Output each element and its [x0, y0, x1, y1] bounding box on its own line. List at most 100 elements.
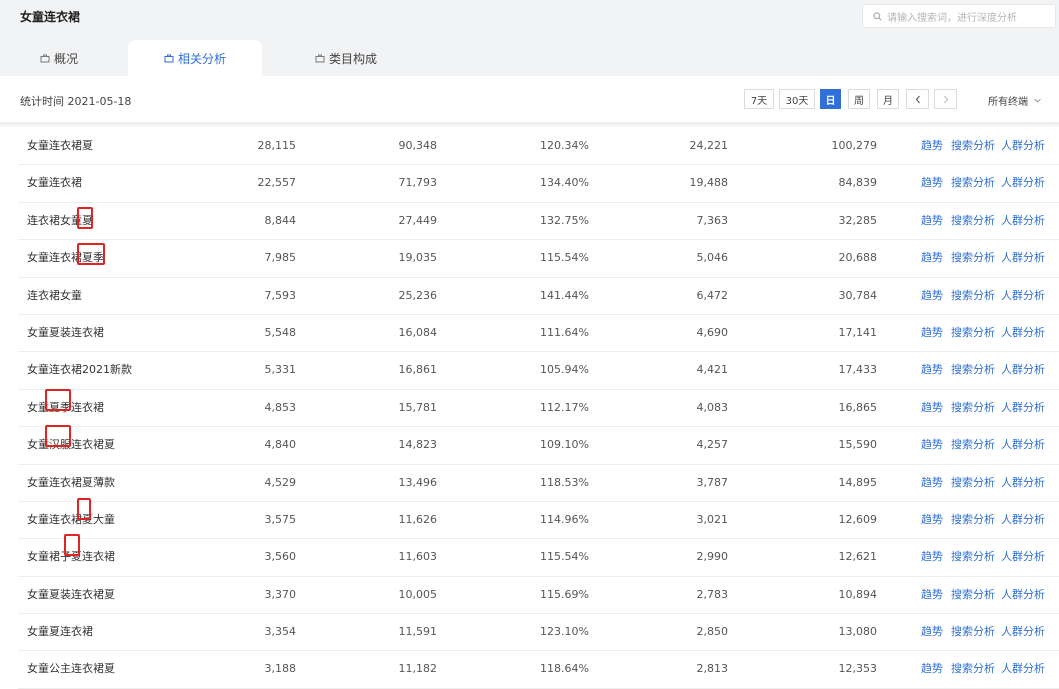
value-cell: 19,035 [398, 251, 438, 265]
value-cell: 120.34% [540, 139, 589, 152]
value-cell: 118.64% [540, 662, 589, 676]
period-30days-button[interactable]: 30天 [779, 89, 815, 109]
period-week-button[interactable]: 周 [848, 89, 870, 109]
trend-link[interactable]: 趋势 [921, 390, 943, 426]
period-month-button[interactable]: 月 [877, 89, 899, 109]
search-analysis-link[interactable]: 搜索分析 [951, 427, 995, 463]
period-7days-button[interactable]: 7天 [744, 89, 774, 109]
keyword-cell: 女童夏装连衣裙夏 [27, 587, 115, 601]
table-row: 女童裙子夏连衣裙 3,560 11,603 115.54% 2,990 12,621 趋势搜… [18, 539, 1059, 577]
keyword-cell: 女童连衣裙夏薄款 [27, 475, 115, 489]
crowd-analysis-link[interactable]: 人群分析 [1001, 427, 1045, 463]
value-cell: 7,985 [264, 251, 297, 265]
value-cell: 134.40% [540, 176, 589, 190]
table-row: 女童夏装连衣裙夏 3,370 10,005 115.69% 2,783 10,894 趋势搜… [18, 577, 1059, 615]
crowd-analysis-link[interactable]: 人群分析 [1001, 502, 1045, 538]
device-select[interactable]: 所有终端 [988, 93, 1042, 108]
stat-bar: 统计时间 2021-05-18 [0, 76, 1059, 122]
trend-link[interactable]: 趋势 [921, 203, 943, 239]
search-analysis-link[interactable]: 搜索分析 [951, 315, 995, 351]
crowd-analysis-link[interactable]: 人群分析 [1001, 315, 1045, 351]
crowd-analysis-link[interactable]: 人群分析 [1001, 165, 1045, 201]
value-cell: 12,609 [838, 512, 878, 526]
value-cell: 4,853 [264, 400, 297, 414]
crowd-analysis-link[interactable]: 人群分析 [1001, 614, 1045, 650]
crowd-analysis-link[interactable]: 人群分析 [1001, 390, 1045, 426]
crowd-analysis-link[interactable]: 人群分析 [1001, 203, 1045, 239]
trend-link[interactable]: 趋势 [921, 165, 943, 201]
value-cell: 16,084 [398, 325, 438, 339]
value-cell: 111.64% [540, 325, 589, 339]
top-bar: 女童连衣裙 请输入搜索词，进行深度分析 概况 相关分析 类目构成 [0, 0, 1059, 76]
trend-link[interactable]: 趋势 [921, 614, 943, 650]
keyword-cell: 女童汉服连衣裙夏 [27, 438, 115, 452]
search-analysis-link[interactable]: 搜索分析 [951, 539, 995, 575]
crowd-analysis-link[interactable]: 人群分析 [1001, 278, 1045, 314]
trend-link[interactable]: 趋势 [921, 465, 943, 501]
value-cell: 28,115 [257, 139, 297, 152]
crowd-analysis-link[interactable]: 人群分析 [1001, 128, 1045, 164]
highlight-box [64, 534, 80, 557]
stat-time: 统计时间 2021-05-18 [20, 95, 132, 108]
trend-link[interactable]: 趋势 [921, 128, 943, 164]
value-cell: 4,421 [696, 363, 729, 377]
tab-related-analysis[interactable]: 相关分析 [128, 40, 262, 76]
value-cell: 4,257 [696, 438, 729, 452]
prev-date-button[interactable] [906, 89, 929, 109]
trend-link[interactable]: 趋势 [921, 278, 943, 314]
search-analysis-link[interactable]: 搜索分析 [951, 128, 995, 164]
tab-bag-icon [315, 54, 325, 63]
keyword-cell: 女童夏连衣裙 [27, 625, 93, 639]
table-row: 连衣裙女童夏 8,844 27,449 132.75% 7,363 32,285 趋势 搜索分… [18, 203, 1059, 241]
value-cell: 12,621 [838, 550, 878, 564]
search-analysis-link[interactable]: 搜索分析 [951, 651, 995, 687]
value-cell: 2,990 [696, 550, 729, 564]
keyword-cell: 女童公主连衣裙夏 [27, 662, 115, 676]
trend-link[interactable]: 趋势 [921, 315, 943, 351]
search-input[interactable]: 请输入搜索词，进行深度分析 [862, 4, 1056, 28]
search-analysis-link[interactable]: 搜索分析 [951, 278, 995, 314]
search-analysis-link[interactable]: 搜索分析 [951, 577, 995, 613]
crowd-analysis-link[interactable]: 人群分析 [1001, 539, 1045, 575]
trend-link[interactable]: 趋势 [921, 240, 943, 276]
search-analysis-link[interactable]: 搜索分析 [951, 502, 995, 538]
table-row: 女童连衣裙 22,557 71,793 134.40% 19,488 84,839 趋势 搜索… [18, 165, 1059, 203]
value-cell: 10,005 [398, 587, 438, 601]
value-cell: 100,279 [831, 139, 878, 152]
highlight-box [45, 425, 71, 448]
tab-category-composition[interactable]: 类目构成 [296, 40, 396, 76]
next-date-button[interactable] [934, 89, 957, 109]
period-day-button[interactable]: 日 [820, 89, 841, 109]
search-analysis-link[interactable]: 搜索分析 [951, 614, 995, 650]
search-analysis-link[interactable]: 搜索分析 [951, 240, 995, 276]
search-analysis-link[interactable]: 搜索分析 [951, 465, 995, 501]
value-cell: 4,690 [696, 325, 729, 339]
search-analysis-link[interactable]: 搜索分析 [951, 203, 995, 239]
crowd-analysis-link[interactable]: 人群分析 [1001, 651, 1045, 687]
trend-link[interactable]: 趋势 [921, 502, 943, 538]
value-cell: 16,861 [398, 363, 438, 377]
trend-link[interactable]: 趋势 [921, 539, 943, 575]
value-cell: 17,141 [838, 325, 878, 339]
tab-overview[interactable]: 概况 [20, 40, 98, 76]
table-row: 女童夏装连衣裙 5,548 16,084 111.64% 4,690 17,141 趋势 搜索… [18, 315, 1059, 353]
search-analysis-link[interactable]: 搜索分析 [951, 390, 995, 426]
crowd-analysis-link[interactable]: 人群分析 [1001, 465, 1045, 501]
crowd-analysis-link[interactable]: 人群分析 [1001, 240, 1045, 276]
value-cell: 115.54% [540, 550, 589, 564]
search-analysis-link[interactable]: 搜索分析 [951, 352, 995, 388]
keyword-cell: 女童连衣裙2021新款 [27, 363, 132, 377]
search-analysis-link[interactable]: 搜索分析 [951, 165, 995, 201]
value-cell: 14,895 [838, 475, 878, 489]
trend-link[interactable]: 趋势 [921, 352, 943, 388]
keyword-cell: 女童连衣裙夏大童 [27, 512, 115, 526]
crowd-analysis-link[interactable]: 人群分析 [1001, 577, 1045, 613]
value-cell: 84,839 [838, 176, 878, 190]
trend-link[interactable]: 趋势 [921, 577, 943, 613]
value-cell: 8,844 [264, 213, 297, 227]
table-row: 女童夏季连衣裙 4,853 15,781 112.17% 4,083 16,865 趋势 搜索… [18, 390, 1059, 428]
highlight-box [77, 498, 91, 520]
trend-link[interactable]: 趋势 [921, 651, 943, 687]
trend-link[interactable]: 趋势 [921, 427, 943, 463]
crowd-analysis-link[interactable]: 人群分析 [1001, 352, 1045, 388]
